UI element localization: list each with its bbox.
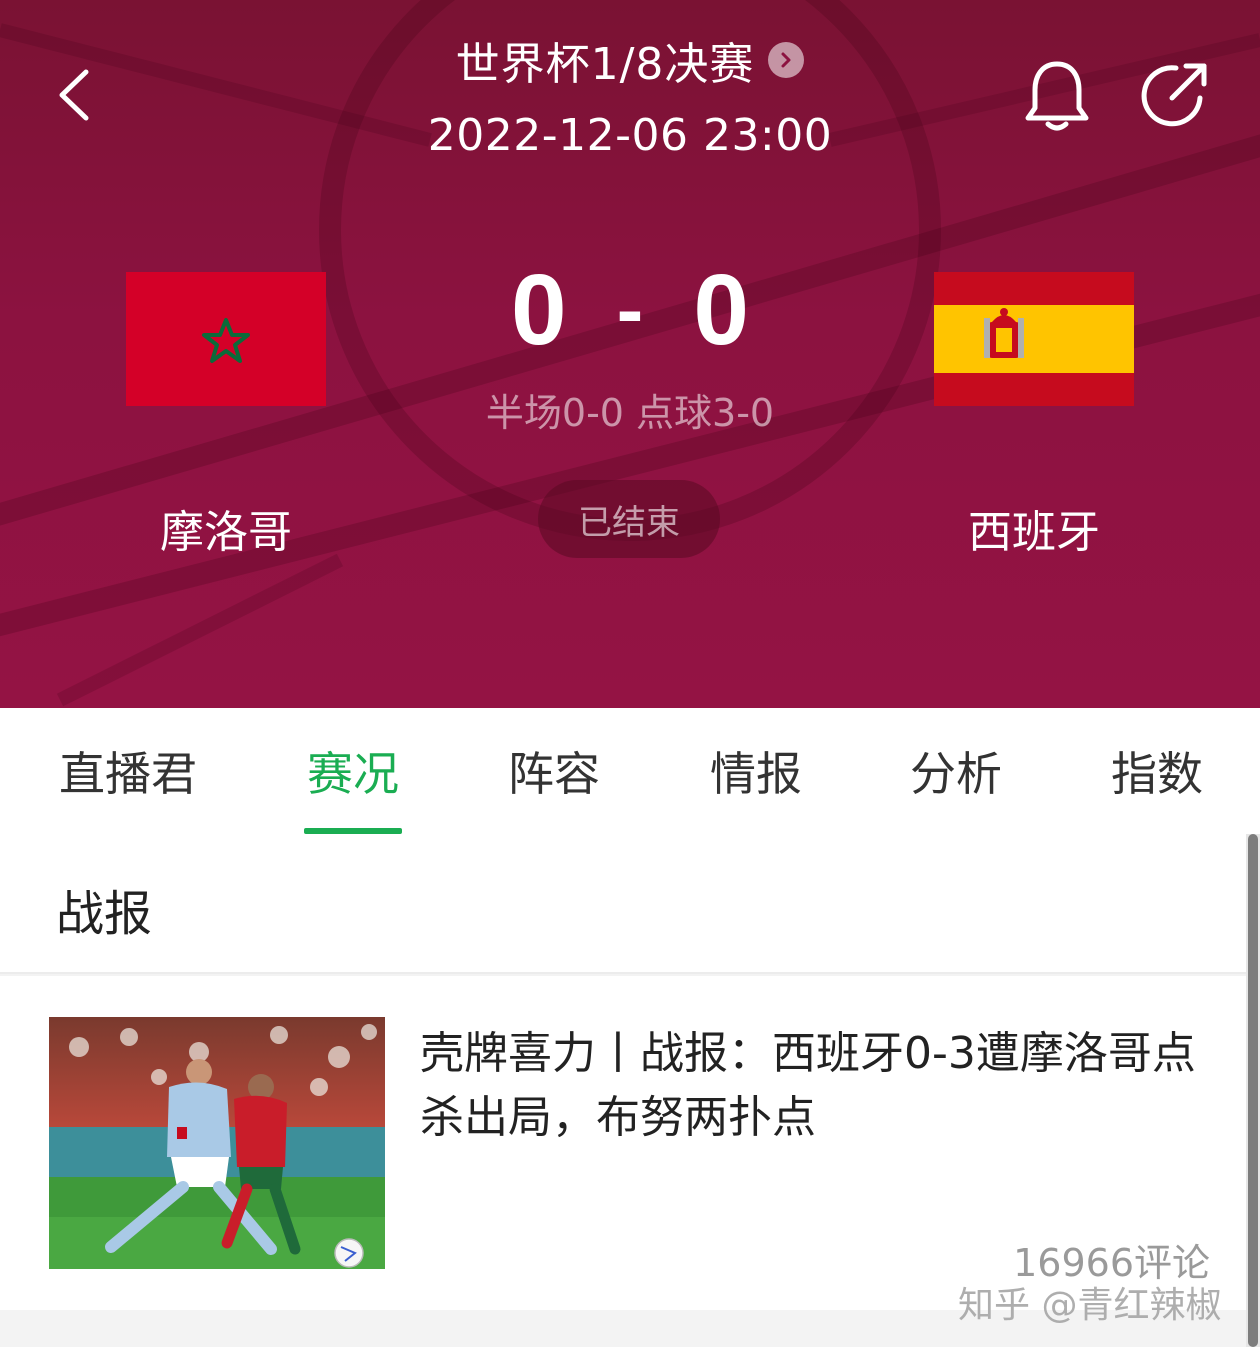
- scrollbar-thumb[interactable]: [1248, 834, 1258, 1347]
- news-item[interactable]: 壳牌喜力丨战报：西班牙0-3遭摩洛哥点杀出局，布努两扑点 16966评论: [0, 976, 1248, 1310]
- tab-live[interactable]: 直播君: [28, 708, 228, 834]
- stage-title: 世界杯1/8决赛: [455, 39, 755, 90]
- home-team-name[interactable]: 摩洛哥: [76, 496, 376, 560]
- match-header: 世界杯1/8决赛 2022-12-06 23:00 0 - 0 半场0-0 点球…: [0, 0, 1260, 708]
- tab-intel[interactable]: 情报: [656, 708, 856, 834]
- share-icon: [1141, 63, 1207, 127]
- share-button[interactable]: [1138, 58, 1218, 134]
- home-score: 0: [511, 253, 567, 366]
- news-thumbnail-image: [49, 1017, 385, 1269]
- away-team-name[interactable]: 西班牙: [884, 496, 1184, 560]
- section-title: 战报: [56, 886, 153, 942]
- score-detail: 半场0-0 点球3-0: [485, 391, 775, 435]
- watermark-text: 知乎 @青红辣椒: [958, 1285, 1222, 1326]
- scoreboard: 0 - 0: [430, 250, 830, 370]
- tab-odds[interactable]: 指数: [1057, 708, 1257, 834]
- tab-match-status[interactable]: 赛况: [253, 708, 453, 834]
- tab-bar: 直播君 赛况 阵容 情报 分析 指数: [0, 708, 1260, 834]
- notification-button[interactable]: [1018, 56, 1096, 136]
- tab-lineup[interactable]: 阵容: [454, 708, 654, 834]
- away-score: 0: [693, 253, 749, 366]
- report-section-header: 战报: [0, 834, 1248, 974]
- match-status-badge: 已结束: [538, 480, 720, 558]
- tab-analysis[interactable]: 分析: [856, 708, 1056, 834]
- score-separator: -: [616, 265, 644, 354]
- bell-icon: [1025, 61, 1089, 131]
- scrollbar[interactable]: [1246, 834, 1260, 1347]
- chevron-right-icon: [768, 42, 805, 78]
- news-title: 壳牌喜力丨战报：西班牙0-3遭摩洛哥点杀出局，布努两扑点: [420, 1028, 1196, 1143]
